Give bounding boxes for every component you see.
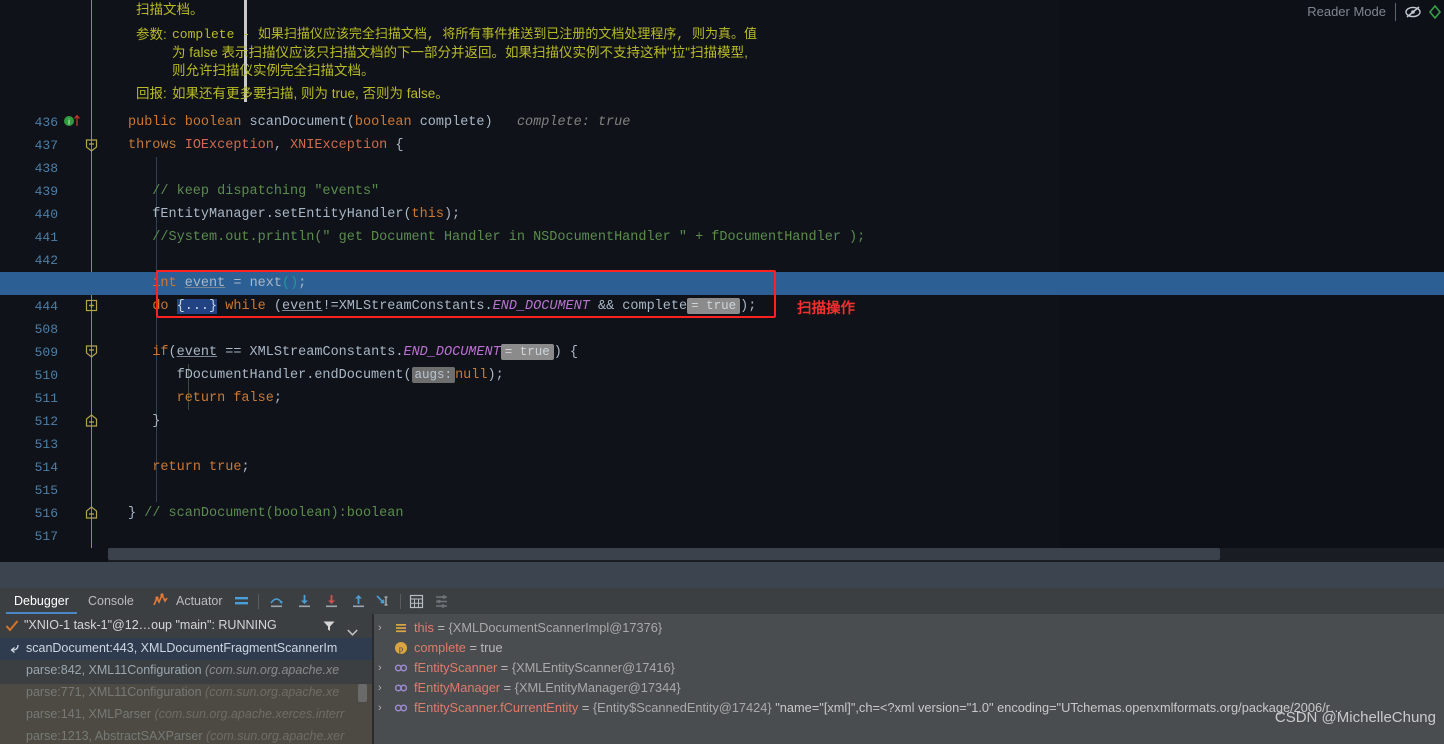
force-step-into-icon[interactable]	[323, 593, 340, 610]
gutter-bottom-fill	[0, 548, 108, 562]
variable-name-fentityscanner: fEntityScanner	[414, 660, 498, 675]
field-icon	[394, 701, 408, 715]
frame-row-0[interactable]: scanDocument:443, XMLDocumentFragmentSca…	[0, 638, 372, 660]
frame-row-4[interactable]: parse:1213, AbstractSAXParser (com.sun.o…	[0, 726, 372, 744]
run-to-cursor-icon[interactable]	[374, 593, 391, 610]
variable-name-complete: complete	[414, 640, 466, 655]
variable-name-this: this	[414, 620, 434, 635]
folded-block-marker: {...}	[176, 299, 218, 314]
variable-value-complete: true	[480, 640, 503, 655]
field-icon	[394, 661, 408, 675]
variable-value-fentitymanager: {XMLEntityManager@17344}	[514, 680, 681, 695]
frame-row-2[interactable]: parse:771, XML11Configuration (com.sun.o…	[0, 682, 372, 704]
annotation-label: 扫描操作	[797, 301, 855, 317]
code-line-436[interactable]: public boolean scanDocument(boolean comp…	[128, 111, 630, 134]
editor-footer-strip	[0, 562, 1444, 588]
toolbar-divider-1	[258, 594, 259, 609]
settings-icon[interactable]	[433, 593, 450, 610]
variable-name-fentitymanager: fEntityManager	[414, 680, 501, 695]
step-into-icon[interactable]	[296, 593, 313, 610]
code-content[interactable]: public boolean scanDocument(boolean comp…	[0, 0, 1444, 548]
frame-row-1[interactable]: parse:842, XML11Configuration (com.sun.o…	[0, 660, 372, 682]
frame-label-4: parse:1213, AbstractSAXParser	[26, 729, 206, 743]
thread-label: "XNIO-1 task-1"@12…oup "main": RUNNING	[24, 618, 277, 632]
code-line-441[interactable]: //System.out.println(" get Document Hand…	[128, 226, 865, 249]
debugger-panel: Debugger Console Actuator "XNIO-1 task-1…	[0, 588, 1444, 744]
variable-name-fcurrententity: fEntityScanner.fCurrentEntity	[414, 700, 579, 715]
watermark: CSDN @MichelleChung	[1274, 709, 1436, 726]
inline-param-hint: complete: true	[516, 115, 631, 130]
ide-window: 扫描文档。 参数: complete - 如果扫描仪应该完全扫描文档, 将所有事…	[0, 0, 1444, 744]
thread-running-icon	[5, 619, 19, 633]
variable-value-fentityscanner: {XMLEntityScanner@17416}	[511, 660, 675, 675]
code-line-511[interactable]: return false;	[128, 387, 282, 410]
frame-pkg-4: (com.sun.org.apache.xer	[205, 729, 345, 743]
frame-pkg-1: (com.sun.org.apache.xe	[205, 663, 340, 677]
thread-selector[interactable]: "XNIO-1 task-1"@12…oup "main": RUNNING	[0, 614, 372, 638]
code-line-509[interactable]: if(event == XMLStreamConstants.END_DOCUM…	[128, 341, 578, 364]
tab-console[interactable]: Console	[80, 588, 142, 614]
evaluate-expression-icon[interactable]	[408, 593, 425, 610]
frame-row-3[interactable]: parse:141, XMLParser (com.sun.org.apache…	[0, 704, 372, 726]
frames-panel[interactable]: "XNIO-1 task-1"@12…oup "main": RUNNING s…	[0, 614, 372, 744]
code-line-510[interactable]: fDocumentHandler.endDocument(augs: null);	[128, 364, 504, 387]
tab-actuator[interactable]: Actuator	[168, 588, 231, 614]
variable-row-fentitymanager[interactable]: › fEntityManager = {XMLEntityManager@173…	[374, 678, 1444, 698]
variable-row-fentityscanner[interactable]: › fEntityScanner = {XMLEntityScanner@174…	[374, 658, 1444, 678]
chevron-down-icon[interactable]	[347, 623, 358, 636]
step-over-icon[interactable]	[268, 593, 285, 610]
svg-text:p: p	[399, 643, 403, 653]
expand-arrow-icon[interactable]: ›	[378, 662, 388, 674]
debugger-tab-bar: Debugger Console Actuator	[0, 588, 1444, 614]
frames-vertical-scrollbar[interactable]	[358, 684, 367, 702]
variable-extra-fcurrententity: "name="[xml]",ch=<?xml version="1.0" enc…	[775, 700, 1343, 715]
code-line-512[interactable]: }	[128, 410, 160, 433]
step-out-icon[interactable]	[350, 593, 367, 610]
expand-arrow-icon[interactable]: ›	[378, 682, 388, 694]
code-editor[interactable]: 扫描文档。 参数: complete - 如果扫描仪应该完全扫描文档, 将所有事…	[0, 0, 1444, 588]
frame-label-0: scanDocument:443, XMLDocumentFragmentSca…	[26, 641, 338, 655]
current-frame-icon	[8, 642, 21, 655]
code-line-514[interactable]: return true;	[128, 456, 249, 479]
code-line-516[interactable]: } // scanDocument(boolean):boolean	[128, 502, 403, 525]
variable-row-this[interactable]: › this = {XMLDocumentScannerImpl@17376}	[374, 618, 1444, 638]
toolbar-divider-2	[400, 594, 401, 609]
param-name-hint-augs: augs:	[411, 367, 456, 383]
this-icon	[394, 621, 408, 635]
expand-arrow-icon[interactable]: ›	[378, 702, 388, 714]
tab-debugger[interactable]: Debugger	[6, 588, 77, 614]
inline-value-event: = true	[500, 344, 554, 360]
frame-label-2: parse:771, XML11Configuration	[26, 685, 206, 699]
show-execution-point-icon[interactable]	[233, 593, 250, 610]
code-line-439[interactable]: // keep dispatching "events"	[128, 180, 379, 203]
frame-pkg-3: (com.sun.org.apache.xerces.interr	[154, 707, 345, 721]
variable-row-complete[interactable]: p complete = true	[374, 638, 1444, 658]
code-line-443[interactable]: int event = next();	[128, 272, 306, 295]
code-line-440[interactable]: fEntityManager.setEntityHandler(this);	[128, 203, 460, 226]
actuator-icon[interactable]	[152, 592, 169, 609]
variable-value-this: {XMLDocumentScannerImpl@17376}	[448, 620, 663, 635]
frame-label-1: parse:842, XML11Configuration	[26, 663, 206, 677]
code-line-444[interactable]: do {...} while (event!=XMLStreamConstant…	[128, 295, 756, 318]
parameter-icon: p	[394, 641, 408, 655]
frame-label-3: parse:141, XMLParser	[26, 707, 155, 721]
code-line-437[interactable]: throws IOException, XNIException {	[128, 134, 404, 157]
editor-hscroll-thumb[interactable]	[108, 548, 1220, 560]
variable-value-fcurrententity: {Entity$ScannedEntity@17424}	[592, 700, 772, 715]
filter-icon[interactable]	[322, 619, 336, 633]
frame-pkg-2: (com.sun.org.apache.xe	[205, 685, 340, 699]
field-icon	[394, 681, 408, 695]
expand-arrow-icon[interactable]: ›	[378, 622, 388, 634]
inline-value-complete: = true	[687, 298, 741, 314]
